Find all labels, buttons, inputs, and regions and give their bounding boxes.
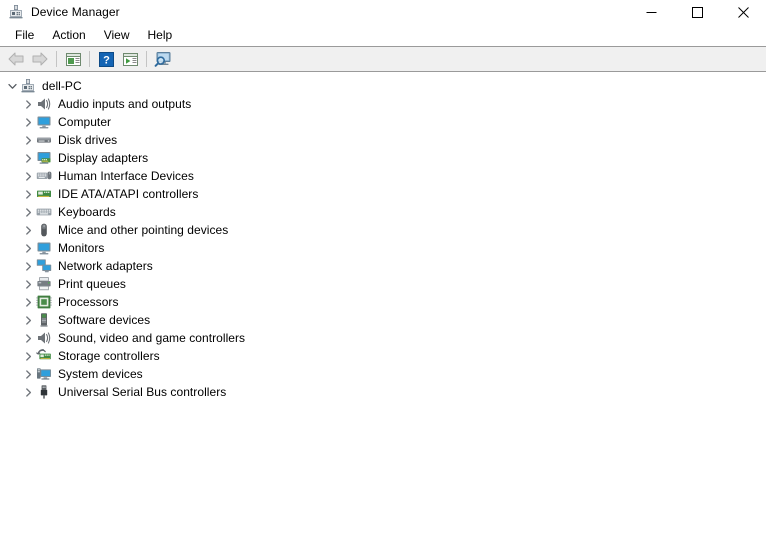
tree-item-monitors[interactable]: Monitors bbox=[0, 239, 766, 257]
window-title: Device Manager bbox=[31, 5, 120, 19]
disk-drive-icon bbox=[36, 132, 52, 148]
menu-item-file[interactable]: File bbox=[6, 26, 43, 45]
tree-item-mice-and-other-pointing-devices[interactable]: Mice and other pointing devices bbox=[0, 221, 766, 239]
tree-item-label: Display adapters bbox=[58, 151, 149, 165]
system-device-icon bbox=[36, 366, 52, 382]
back-button[interactable] bbox=[4, 48, 28, 70]
tree-item-label: Monitors bbox=[58, 241, 105, 255]
speaker-icon bbox=[36, 96, 52, 112]
device-tree[interactable]: dell-PC Audio inputs and outputs Compute… bbox=[0, 72, 766, 537]
chevron-right-icon[interactable] bbox=[20, 131, 36, 149]
tree-item-display-adapters[interactable]: Display adapters bbox=[0, 149, 766, 167]
tree-item-label: Disk drives bbox=[58, 133, 118, 147]
processor-icon bbox=[36, 294, 52, 310]
toolbar-separator bbox=[89, 51, 90, 67]
maximize-button[interactable] bbox=[674, 0, 720, 24]
keyboard-icon bbox=[36, 204, 52, 220]
device-manager-icon bbox=[8, 4, 24, 20]
storage-controller-icon bbox=[36, 348, 52, 364]
help-button[interactable]: ? bbox=[94, 48, 118, 70]
chevron-right-icon[interactable] bbox=[20, 293, 36, 311]
menu-item-help[interactable]: Help bbox=[139, 26, 182, 45]
tree-item-ide-ata-atapi-controllers[interactable]: IDE ATA/ATAPI controllers bbox=[0, 185, 766, 203]
tree-item-print-queues[interactable]: Print queues bbox=[0, 275, 766, 293]
ide-controller-icon bbox=[36, 186, 52, 202]
usb-icon bbox=[36, 384, 52, 400]
forward-button[interactable] bbox=[28, 48, 52, 70]
svg-text:?: ? bbox=[103, 54, 110, 66]
chevron-right-icon[interactable] bbox=[20, 239, 36, 257]
chevron-right-icon[interactable] bbox=[20, 95, 36, 113]
tree-item-keyboards[interactable]: Keyboards bbox=[0, 203, 766, 221]
monitor-icon bbox=[36, 114, 52, 130]
tree-item-network-adapters[interactable]: Network adapters bbox=[0, 257, 766, 275]
title-bar: Device Manager bbox=[0, 0, 766, 24]
tree-root-label: dell-PC bbox=[42, 79, 82, 93]
tree-item-label: Software devices bbox=[58, 313, 151, 327]
chevron-right-icon[interactable] bbox=[20, 185, 36, 203]
tree-item-label: Processors bbox=[58, 295, 119, 309]
tree-item-label: System devices bbox=[58, 367, 143, 381]
chevron-right-icon[interactable] bbox=[20, 365, 36, 383]
tree-item-processors[interactable]: Processors bbox=[0, 293, 766, 311]
chevron-right-icon[interactable] bbox=[20, 221, 36, 239]
update-driver-button[interactable] bbox=[118, 48, 142, 70]
monitor-icon bbox=[36, 240, 52, 256]
tree-item-label: Human Interface Devices bbox=[58, 169, 194, 183]
chevron-right-icon[interactable] bbox=[20, 149, 36, 167]
tree-item-label: Network adapters bbox=[58, 259, 153, 273]
tree-item-system-devices[interactable]: System devices bbox=[0, 365, 766, 383]
chevron-right-icon[interactable] bbox=[20, 113, 36, 131]
tree-item-sound-video-and-game-controllers[interactable]: Sound, video and game controllers bbox=[0, 329, 766, 347]
chevron-right-icon[interactable] bbox=[20, 257, 36, 275]
display-adapter-icon bbox=[36, 150, 52, 166]
toolbar-container: ? bbox=[0, 46, 766, 72]
toolbar-separator bbox=[56, 51, 57, 67]
software-device-icon bbox=[36, 312, 52, 328]
computer-root-icon bbox=[20, 78, 36, 94]
window-controls bbox=[628, 0, 766, 24]
tree-item-computer[interactable]: Computer bbox=[0, 113, 766, 131]
chevron-right-icon[interactable] bbox=[20, 203, 36, 221]
mouse-icon bbox=[36, 222, 52, 238]
hid-icon bbox=[36, 168, 52, 184]
chevron-right-icon[interactable] bbox=[20, 311, 36, 329]
network-adapter-icon bbox=[36, 258, 52, 274]
chevron-right-icon[interactable] bbox=[20, 275, 36, 293]
tree-item-label: Computer bbox=[58, 115, 112, 129]
printer-icon bbox=[36, 276, 52, 292]
tree-item-universal-serial-bus-controllers[interactable]: Universal Serial Bus controllers bbox=[0, 383, 766, 401]
tree-item-disk-drives[interactable]: Disk drives bbox=[0, 131, 766, 149]
toolbar: ? bbox=[0, 47, 766, 71]
chevron-right-icon[interactable] bbox=[20, 383, 36, 401]
tree-item-label: Sound, video and game controllers bbox=[58, 331, 246, 345]
tree-item-label: Keyboards bbox=[58, 205, 116, 219]
tree-item-human-interface-devices[interactable]: Human Interface Devices bbox=[0, 167, 766, 185]
chevron-right-icon[interactable] bbox=[20, 329, 36, 347]
chevron-right-icon[interactable] bbox=[20, 347, 36, 365]
speaker-icon bbox=[36, 330, 52, 346]
toolbar-separator bbox=[146, 51, 147, 67]
tree-item-label: IDE ATA/ATAPI controllers bbox=[58, 187, 199, 201]
properties-button[interactable] bbox=[61, 48, 85, 70]
menu-bar: File Action View Help bbox=[0, 24, 766, 46]
tree-item-label: Universal Serial Bus controllers bbox=[58, 385, 227, 399]
tree-item-software-devices[interactable]: Software devices bbox=[0, 311, 766, 329]
tree-item-audio-inputs-and-outputs[interactable]: Audio inputs and outputs bbox=[0, 95, 766, 113]
tree-item-label: Audio inputs and outputs bbox=[58, 97, 192, 111]
tree-root-row[interactable]: dell-PC bbox=[0, 77, 766, 95]
tree-item-label: Storage controllers bbox=[58, 349, 160, 363]
tree-item-label: Print queues bbox=[58, 277, 126, 291]
menu-item-action[interactable]: Action bbox=[43, 26, 94, 45]
minimize-button[interactable] bbox=[628, 0, 674, 24]
tree-item-label: Mice and other pointing devices bbox=[58, 223, 229, 237]
tree-item-storage-controllers[interactable]: Storage controllers bbox=[0, 347, 766, 365]
scan-hardware-button[interactable] bbox=[151, 48, 175, 70]
close-button[interactable] bbox=[720, 0, 766, 24]
menu-item-view[interactable]: View bbox=[95, 26, 139, 45]
chevron-right-icon[interactable] bbox=[20, 167, 36, 185]
chevron-down-icon[interactable] bbox=[4, 77, 20, 95]
